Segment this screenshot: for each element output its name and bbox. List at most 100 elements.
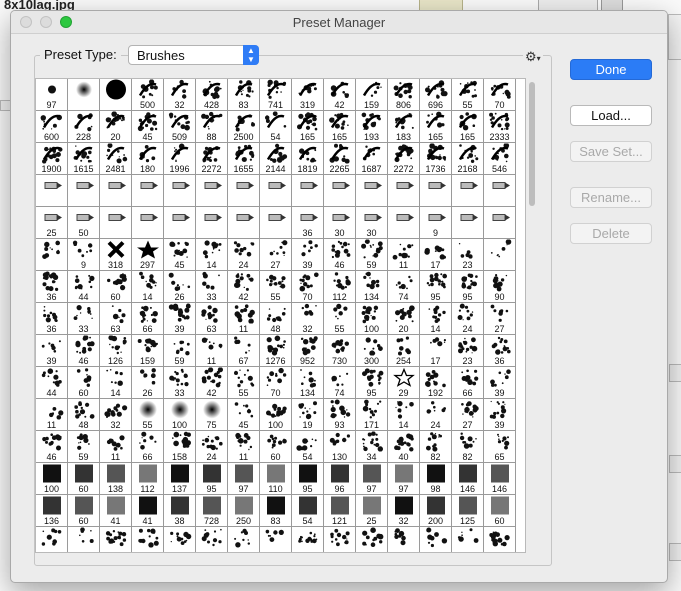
brush-preset-cell[interactable]: 14 <box>100 367 132 399</box>
brush-preset-cell[interactable]: 183 <box>388 111 420 143</box>
brush-preset-cell[interactable]: 66 <box>132 303 164 335</box>
brush-preset-cell[interactable]: 146 <box>452 463 484 495</box>
brush-preset-cell[interactable]: 100 <box>356 303 388 335</box>
brush-preset-cell[interactable]: 165 <box>420 111 452 143</box>
brush-preset-cell[interactable]: 42 <box>324 79 356 111</box>
brush-preset-cell[interactable] <box>132 207 164 239</box>
brush-preset-cell[interactable]: 32 <box>388 495 420 527</box>
brush-preset-cell[interactable]: 32 <box>292 303 324 335</box>
brush-preset-cell[interactable]: 728 <box>196 495 228 527</box>
brush-preset-cell[interactable]: 70 <box>484 79 516 111</box>
delete-button[interactable]: Delete <box>570 223 652 244</box>
brush-preset-cell[interactable]: 95 <box>292 463 324 495</box>
brush-preset-cell[interactable]: 806 <box>388 79 420 111</box>
brush-preset-cell[interactable]: 70 <box>260 367 292 399</box>
brush-preset-cell[interactable]: 36 <box>484 335 516 367</box>
brush-preset-cell[interactable] <box>420 527 452 552</box>
brush-preset-cell[interactable] <box>196 207 228 239</box>
brush-preset-cell[interactable]: 254 <box>388 335 420 367</box>
brush-preset-cell[interactable]: 95 <box>420 271 452 303</box>
brush-preset-cell[interactable]: 1655 <box>228 143 260 175</box>
brush-preset-cell[interactable]: 98 <box>420 463 452 495</box>
brush-preset-cell[interactable]: 159 <box>356 79 388 111</box>
brush-preset-cell[interactable]: 54 <box>292 431 324 463</box>
brush-preset-cell[interactable]: 60 <box>68 495 100 527</box>
load-button[interactable]: Load... <box>570 105 652 126</box>
brush-preset-cell[interactable]: 32 <box>164 79 196 111</box>
brush-preset-cell[interactable]: 74 <box>324 367 356 399</box>
brush-preset-cell[interactable]: 17 <box>420 335 452 367</box>
brush-preset-cell[interactable]: 24 <box>228 239 260 271</box>
brush-preset-cell[interactable]: 38 <box>164 495 196 527</box>
brush-preset-cell[interactable]: 17 <box>420 239 452 271</box>
brush-preset-cell[interactable] <box>484 239 516 271</box>
brush-preset-cell[interactable]: 46 <box>68 335 100 367</box>
title-bar[interactable]: Preset Manager <box>11 11 667 34</box>
brush-preset-cell[interactable]: 60 <box>260 431 292 463</box>
brush-preset-cell[interactable]: 24 <box>452 303 484 335</box>
brush-preset-cell[interactable]: 600 <box>36 111 68 143</box>
brush-preset-cell[interactable]: 95 <box>356 367 388 399</box>
brush-preset-cell[interactable] <box>164 527 196 552</box>
brush-preset-cell[interactable]: 33 <box>196 271 228 303</box>
brush-preset-cell[interactable]: 100 <box>164 399 196 431</box>
brush-preset-cell[interactable]: 11 <box>196 335 228 367</box>
brush-preset-cell[interactable]: 55 <box>132 399 164 431</box>
brush-preset-cell[interactable]: 9 <box>420 207 452 239</box>
brush-preset-cell[interactable]: 33 <box>164 367 196 399</box>
desktop-thumbnail[interactable] <box>668 14 681 60</box>
brush-preset-cell[interactable]: 11 <box>228 303 260 335</box>
desktop-thumbnail[interactable] <box>669 455 681 473</box>
save-set-button[interactable]: Save Set... <box>570 141 652 162</box>
brush-preset-cell[interactable]: 36 <box>36 303 68 335</box>
brush-preset-cell[interactable]: 25 <box>36 207 68 239</box>
brush-preset-cell[interactable] <box>100 527 132 552</box>
brush-preset-cell[interactable]: 171 <box>356 399 388 431</box>
brush-preset-cell[interactable] <box>196 527 228 552</box>
brush-preset-cell[interactable]: 27 <box>452 399 484 431</box>
brush-preset-cell[interactable]: 50 <box>68 207 100 239</box>
brush-preset-cell[interactable]: 65 <box>484 431 516 463</box>
brush-preset-cell[interactable]: 100 <box>260 399 292 431</box>
brush-preset-cell[interactable]: 95 <box>452 271 484 303</box>
brush-preset-cell[interactable]: 11 <box>228 431 260 463</box>
brush-preset-cell[interactable]: 100 <box>36 463 68 495</box>
brush-preset-cell[interactable] <box>388 175 420 207</box>
brush-preset-cell[interactable] <box>388 527 420 552</box>
brush-preset-cell[interactable] <box>484 527 516 552</box>
brush-preset-cell[interactable]: 29 <box>388 367 420 399</box>
scrollbar-thumb[interactable] <box>529 82 535 206</box>
brush-preset-cell[interactable]: 63 <box>196 303 228 335</box>
brush-preset-cell[interactable]: 25 <box>356 495 388 527</box>
brush-preset-cell[interactable] <box>324 527 356 552</box>
brush-preset-cell[interactable]: 130 <box>324 431 356 463</box>
brush-preset-cell[interactable]: 200 <box>420 495 452 527</box>
brush-preset-cell[interactable]: 112 <box>324 271 356 303</box>
brush-preset-cell[interactable]: 48 <box>68 399 100 431</box>
brush-preset-cell[interactable]: 134 <box>292 367 324 399</box>
brush-preset-cell[interactable] <box>68 79 100 111</box>
brush-preset-cell[interactable]: 193 <box>356 111 388 143</box>
brush-preset-cell[interactable]: 2272 <box>196 143 228 175</box>
brush-preset-cell[interactable]: 59 <box>356 239 388 271</box>
brush-preset-cell[interactable]: 11 <box>388 239 420 271</box>
brush-preset-cell[interactable]: 97 <box>356 463 388 495</box>
brush-preset-cell[interactable]: 88 <box>196 111 228 143</box>
brush-preset-cell[interactable]: 46 <box>36 431 68 463</box>
brush-preset-cell[interactable]: 93 <box>324 399 356 431</box>
preset-type-select[interactable]: Brushes ▲ ▼ <box>128 45 259 65</box>
brush-preset-cell[interactable]: 39 <box>292 239 324 271</box>
brush-preset-cell[interactable]: 2500 <box>228 111 260 143</box>
brush-preset-cell[interactable]: 730 <box>324 335 356 367</box>
brush-preset-cell[interactable]: 95 <box>196 463 228 495</box>
brush-preset-cell[interactable]: 1276 <box>260 335 292 367</box>
brush-preset-cell[interactable]: 70 <box>292 271 324 303</box>
brush-preset-cell[interactable] <box>228 527 260 552</box>
brush-preset-cell[interactable]: 39 <box>484 367 516 399</box>
brush-preset-cell[interactable]: 14 <box>196 239 228 271</box>
brush-preset-cell[interactable]: 97 <box>228 463 260 495</box>
brush-preset-cell[interactable]: 300 <box>356 335 388 367</box>
brush-preset-cell[interactable]: 20 <box>100 111 132 143</box>
brush-preset-cell[interactable]: 39 <box>164 303 196 335</box>
brush-preset-cell[interactable] <box>228 175 260 207</box>
